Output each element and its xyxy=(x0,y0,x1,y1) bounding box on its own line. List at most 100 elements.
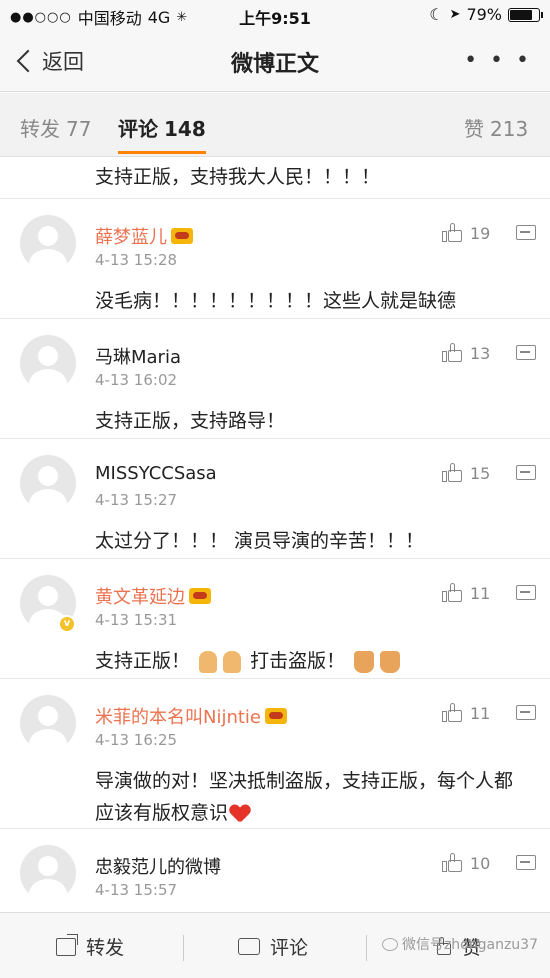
comment-username[interactable]: 薛梦蓝儿 xyxy=(95,223,193,249)
thumbs-up-icon xyxy=(442,583,464,603)
reply-comment-icon[interactable] xyxy=(516,855,536,870)
comment-item: v 黄文革延边 4-13 15:31 11 支持正版！ 打击盗版！ xyxy=(0,558,550,678)
toolbar-divider xyxy=(183,935,184,961)
comment-text: 导演做的对！坚决抵制盗版，支持正版，每个人都应该有版权意识 xyxy=(95,770,514,824)
comment-time: 4-13 15:57 xyxy=(95,881,178,899)
location-arrow-icon: ➤ xyxy=(449,7,461,22)
red-heart-emoji-icon xyxy=(230,805,250,823)
username-text: 忠毅范儿的微博 xyxy=(95,857,221,878)
comment-username[interactable]: 米菲的本名叫Nijntie xyxy=(95,703,288,729)
comment-time: 4-13 15:27 xyxy=(95,491,178,509)
comment-text: 支持正版，支持路导！ xyxy=(95,410,286,432)
repost-icon xyxy=(56,933,78,956)
thumbs-up-icon xyxy=(442,853,464,873)
comment-text: 支持正版，支持我大人民！！！！ xyxy=(95,166,381,188)
nav-bar: 返回 微博正文 • • • xyxy=(0,30,550,92)
thumbs-down-emoji-icon xyxy=(380,650,401,673)
avatar[interactable] xyxy=(20,845,76,901)
avatar[interactable] xyxy=(20,455,76,511)
reply-comment-icon[interactable] xyxy=(516,705,536,720)
vip-crown-icon xyxy=(265,708,288,724)
like-count: 15 xyxy=(470,463,491,483)
username-text: 米菲的本名叫Nijntie xyxy=(95,707,262,728)
comment-text-part: 支持正版！ xyxy=(95,650,191,672)
reply-comment-icon[interactable] xyxy=(516,345,536,360)
like-count: 19 xyxy=(470,223,491,243)
comment-text: 没毛病！！！！！！！！！这些人就是缺德 xyxy=(95,290,457,312)
like-count: 13 xyxy=(470,343,491,363)
tab-like-label: 赞 xyxy=(464,117,484,141)
tab-repost-label: 转发 xyxy=(20,117,60,141)
thumbs-up-icon xyxy=(442,223,464,243)
comment-text-wrap: 导演做的对！坚决抵制盗版，支持正版，每个人都应该有版权意识 xyxy=(95,765,525,829)
comment-button[interactable]: 评论 xyxy=(238,933,308,960)
comment-item: 马琳Maria 4-13 16:02 13 支持正版，支持路导！ xyxy=(0,318,550,438)
comment-list: 支持正版，支持我大人民！！！！ 薛梦蓝儿 4-13 15:28 19 没毛病！！… xyxy=(0,158,550,910)
repost-button[interactable]: 转发 xyxy=(56,933,124,960)
avatar[interactable] xyxy=(20,695,76,751)
reply-comment-icon[interactable] xyxy=(516,585,536,600)
avatar[interactable] xyxy=(20,335,76,391)
like-count: 10 xyxy=(470,853,491,873)
tab-comment[interactable]: 评论 148 xyxy=(118,113,206,142)
like-count: 11 xyxy=(470,583,491,603)
comment-username[interactable]: 马琳Maria xyxy=(95,343,181,369)
comment-item: 薛梦蓝儿 4-13 15:28 19 没毛病！！！！！！！！！这些人就是缺德 xyxy=(0,198,550,318)
like-button[interactable]: 11 xyxy=(442,703,490,723)
moon-icon: ☾ xyxy=(429,5,444,24)
tab-repost[interactable]: 转发 77 xyxy=(20,113,91,142)
battery-fill xyxy=(510,9,532,20)
comment-label: 评论 xyxy=(270,937,309,959)
username-text: MISSYCCSasa xyxy=(95,463,217,484)
watermark-text: 微信号zhonganzu37 xyxy=(401,937,538,953)
repost-label: 转发 xyxy=(86,937,125,959)
comment-tabs: 转发 77 评论 148 赞 213 xyxy=(0,93,550,157)
comment-username[interactable]: 黄文革延边 xyxy=(95,583,211,609)
avatar[interactable] xyxy=(20,215,76,271)
username-text: 薛梦蓝儿 xyxy=(95,227,167,248)
thumbs-up-emoji-icon xyxy=(199,650,218,673)
reply-comment-icon[interactable] xyxy=(516,465,536,480)
more-options-button[interactable]: • • • xyxy=(464,48,532,73)
thumbs-down-emoji-icon xyxy=(354,650,375,673)
comment-item: MISSYCCSasa 4-13 15:27 15 太过分了！！！ 演员导演的辛… xyxy=(0,438,550,558)
watermark: 微信号zhonganzu37 xyxy=(381,934,538,954)
like-button[interactable]: 11 xyxy=(442,583,490,603)
comment-text: 支持正版！ 打击盗版！ xyxy=(95,645,525,677)
reply-comment-icon[interactable] xyxy=(516,225,536,240)
tab-like[interactable]: 赞 213 xyxy=(464,113,528,142)
tab-repost-count: 77 xyxy=(66,117,92,141)
thumbs-up-emoji-icon xyxy=(223,650,242,673)
comment-text-part: 打击盗版！ xyxy=(250,650,346,672)
vip-crown-icon xyxy=(189,588,211,604)
active-tab-indicator xyxy=(118,151,206,154)
thumbs-up-icon xyxy=(442,343,464,363)
comment-icon xyxy=(238,938,260,955)
vip-crown-icon xyxy=(171,228,193,244)
status-bar: ●●○○○ 中国移动 4G ✳ 上午9:51 ☾ ➤ 79% xyxy=(0,0,550,30)
comment-time: 4-13 16:25 xyxy=(95,731,178,749)
comment-item: 米菲的本名叫Nijntie 4-13 16:25 11 导演做的对！坚决抵制盗版… xyxy=(0,678,550,828)
tab-comment-count: 148 xyxy=(164,117,206,141)
username-text: 黄文革延边 xyxy=(95,587,185,608)
comment-item: 忠毅范儿的微博 4-13 15:57 10 xyxy=(0,828,550,910)
like-button[interactable]: 10 xyxy=(442,853,490,873)
tab-comment-label: 评论 xyxy=(118,117,158,141)
like-button[interactable]: 19 xyxy=(442,223,490,243)
comment-text: 太过分了！！！ 演员导演的辛苦！！！ xyxy=(95,530,425,552)
comment-time: 4-13 16:02 xyxy=(95,371,178,389)
toolbar-divider xyxy=(366,935,367,961)
like-count: 11 xyxy=(470,703,491,723)
comment-time: 4-13 15:28 xyxy=(95,251,178,269)
comment-time: 4-13 15:31 xyxy=(95,611,178,629)
like-button[interactable]: 13 xyxy=(442,343,490,363)
wechat-icon xyxy=(381,937,398,951)
like-button[interactable]: 15 xyxy=(442,463,490,483)
thumbs-up-icon xyxy=(442,463,464,483)
username-text: 马琳Maria xyxy=(95,347,181,368)
comment-username[interactable]: 忠毅范儿的微博 xyxy=(95,853,221,879)
battery-percent: 79% xyxy=(466,5,502,24)
battery-icon xyxy=(508,7,543,22)
comment-username[interactable]: MISSYCCSasa xyxy=(95,463,217,484)
verified-badge-icon: v xyxy=(58,615,76,633)
